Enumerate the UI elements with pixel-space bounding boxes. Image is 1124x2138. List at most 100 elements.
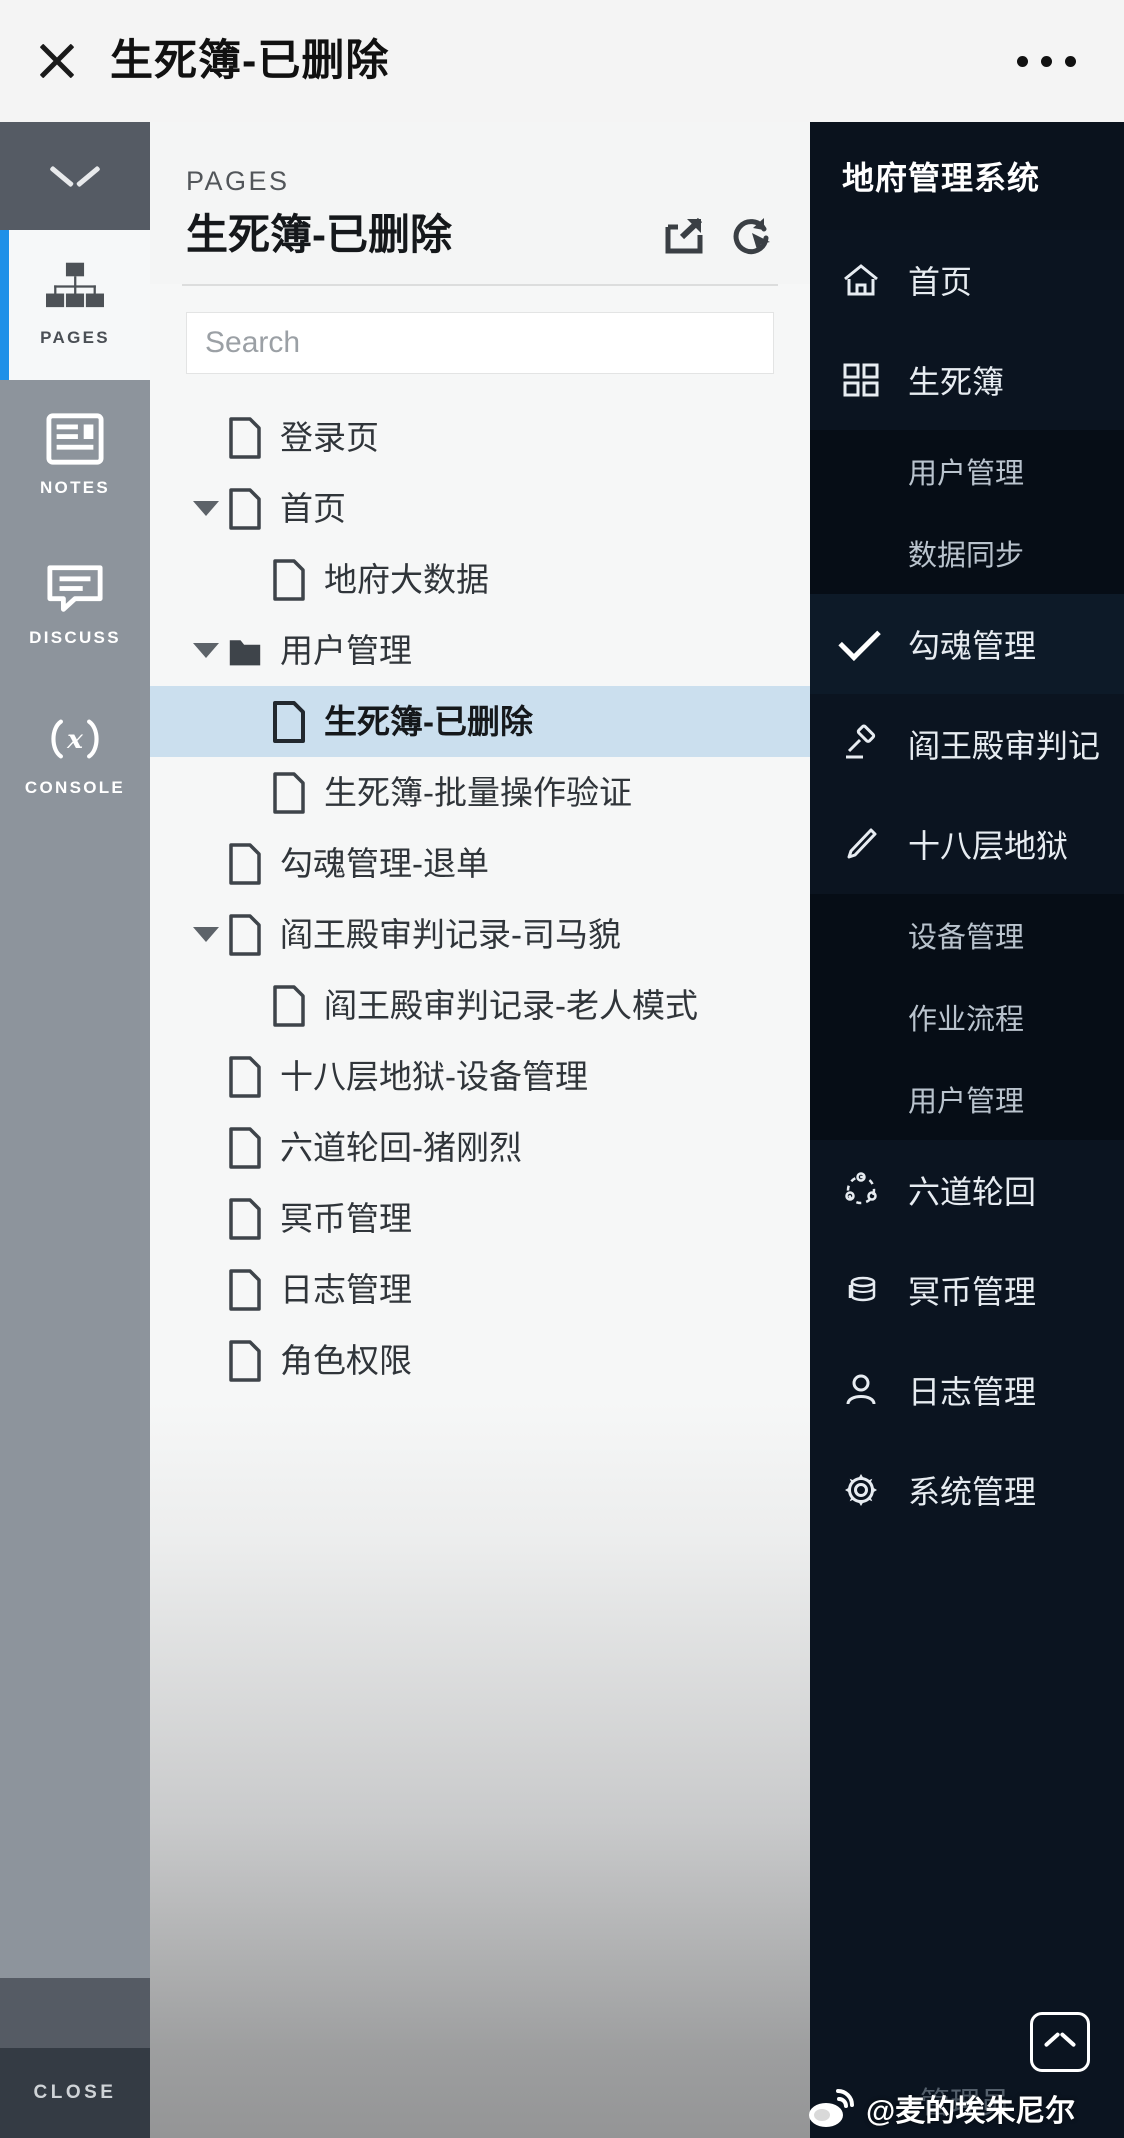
admin-menu-shengsibu[interactable]: 生死簿 [810, 330, 1124, 430]
twisty-slot [184, 1197, 228, 1241]
admin-submenu-item[interactable]: 数据同步 [810, 512, 1124, 594]
twisty-slot [184, 416, 228, 460]
rail-item-notes[interactable]: NOTES [0, 380, 150, 530]
weibo-icon [809, 2089, 854, 2127]
window-titlebar: 生死簿-已删除 [0, 0, 1124, 122]
admin-menu-gouhun[interactable]: 勾魂管理 [810, 594, 1124, 694]
search-input[interactable] [186, 312, 774, 375]
tree-row[interactable]: 阎王殿审判记录-司马貌 [150, 899, 810, 970]
tree-row-label: 日志管理 [280, 1271, 412, 1309]
tree-row[interactable]: 日志管理 [150, 1254, 810, 1325]
pages-panel: PAGES 生死簿-已删除 Search 登录页 首页 地府大数据 用户管理 生… [150, 122, 810, 2138]
admin-menu-mingbi[interactable]: 冥币管理 [810, 1240, 1124, 1340]
gear-icon [840, 1469, 882, 1511]
admin-menu-label: 勾魂管理 [908, 628, 1037, 664]
check-icon [838, 618, 882, 665]
tree-row[interactable]: 阎王殿审判记录-老人模式 [150, 970, 810, 1041]
rail-item-console[interactable]: x CONSOLE [0, 680, 150, 830]
discuss-bubble-icon [47, 565, 103, 612]
rail-item-label: PAGES [40, 328, 110, 347]
reincarnation-circle-icon [840, 1169, 882, 1211]
tree-row-selected[interactable]: 生死簿-已删除 [150, 686, 810, 758]
tree-row[interactable]: 首页 [150, 473, 810, 544]
more-dots-icon[interactable] [1017, 55, 1090, 67]
page-doc-icon [273, 984, 305, 1027]
rail-item-discuss[interactable]: DISCUSS [0, 530, 150, 680]
tree-row[interactable]: 勾魂管理-退单 [150, 828, 810, 899]
close-icon[interactable] [34, 38, 80, 84]
admin-menu-label: 系统管理 [908, 1474, 1037, 1510]
admin-menu-label: 阎王殿审判记 [908, 728, 1101, 764]
tree-row-label: 登录页 [280, 419, 379, 457]
page-doc-icon [229, 487, 261, 530]
knife-icon [840, 823, 882, 865]
refresh-cursor-icon[interactable] [730, 213, 774, 257]
admin-menu-xitong[interactable]: 系统管理 [810, 1440, 1124, 1540]
admin-menu-rizhi[interactable]: 日志管理 [810, 1340, 1124, 1440]
coins-icon [840, 1269, 882, 1311]
export-external-icon[interactable] [662, 213, 706, 257]
tree-row-label: 首页 [280, 490, 346, 528]
admin-menu-label: 十八层地狱 [908, 828, 1069, 864]
admin-submenu-shibaceng: 设备管理 作业流程 用户管理 [810, 894, 1124, 1140]
chevron-up-icon [1046, 2034, 1074, 2050]
page-doc-icon [229, 1268, 261, 1311]
tree-row[interactable]: 登录页 [150, 402, 810, 473]
twisty-slot [184, 1268, 228, 1312]
admin-brand: 地府管理系统 [810, 122, 1124, 230]
tree-row-label: 阎王殿审判记录-司马貌 [280, 916, 621, 954]
admin-submenu-item[interactable]: 设备管理 [810, 894, 1124, 976]
admin-menu-label: 冥币管理 [908, 1274, 1037, 1310]
chevron-down-icon [52, 163, 98, 189]
tree-row[interactable]: 地府大数据 [150, 544, 810, 615]
rail-close-button[interactable]: CLOSE [0, 2048, 150, 2138]
page-doc-icon [273, 558, 305, 601]
watermark-text: @麦的埃朱尼尔 [866, 2095, 1076, 2128]
pages-panel-header: PAGES 生死簿-已删除 [150, 122, 810, 285]
twisty-expanded[interactable] [184, 629, 228, 673]
rail-collapse-button[interactable] [0, 122, 150, 230]
dot [1065, 55, 1076, 67]
tree-row-label: 地府大数据 [324, 561, 489, 599]
admin-menu-yanwangdian[interactable]: 阎王殿审判记 [810, 694, 1124, 794]
tree-row-label: 勾魂管理-退单 [280, 845, 489, 883]
admin-menu-home[interactable]: 首页 [810, 230, 1124, 330]
scroll-to-top-button[interactable] [1030, 2012, 1090, 2072]
twisty-expanded[interactable] [184, 913, 228, 957]
left-rail: PAGES NOTES DISCUSS x CONSOLE CLOSE [0, 122, 150, 2138]
admin-menu-label: 六道轮回 [908, 1174, 1037, 1210]
page-title: 生死簿-已删除 [186, 211, 452, 258]
admin-menu-liudao[interactable]: 六道轮回 [810, 1140, 1124, 1240]
admin-menu-shibaceng[interactable]: 十八层地狱 [810, 794, 1124, 894]
page-doc-icon [273, 771, 305, 814]
tree-row-label: 角色权限 [280, 1342, 412, 1380]
home-icon [840, 259, 882, 301]
rail-item-label: NOTES [39, 478, 111, 497]
page-doc-icon [229, 1126, 261, 1169]
dot [1017, 55, 1028, 67]
notes-icon [46, 413, 104, 465]
admin-preview-panel: 地府管理系统 首页 生死簿 用户管理 数据同步 勾魂管理 阎王殿审判记 十八层地… [810, 122, 1124, 2138]
page-doc-icon [229, 1197, 261, 1240]
tree-row[interactable]: 用户管理 [150, 615, 810, 686]
tree-row-label: 生死簿-已删除 [324, 703, 533, 741]
admin-submenu-item[interactable]: 用户管理 [810, 430, 1124, 512]
page-doc-icon [229, 913, 261, 956]
admin-submenu-shengsibu: 用户管理 数据同步 [810, 430, 1124, 594]
tree-row[interactable]: 六道轮回-猪刚烈 [150, 1112, 810, 1183]
twisty-slot [184, 1126, 228, 1170]
admin-submenu-item[interactable]: 用户管理 [810, 1058, 1124, 1140]
tree-row[interactable]: 生死簿-批量操作验证 [150, 757, 810, 828]
twisty-expanded[interactable] [184, 487, 228, 531]
rail-item-pages[interactable]: PAGES [0, 230, 150, 380]
twisty-slot [184, 1055, 228, 1099]
tree-row-label: 阎王殿审判记录-老人模式 [324, 987, 698, 1025]
admin-submenu-item[interactable]: 作业流程 [810, 976, 1124, 1058]
tree-row[interactable]: 冥币管理 [150, 1183, 810, 1254]
tree-row-label: 生死簿-批量操作验证 [324, 774, 632, 812]
tree-row[interactable]: 十八层地狱-设备管理 [150, 1041, 810, 1112]
admin-menu-label: 生死簿 [908, 364, 1005, 400]
caret-down-icon [193, 643, 219, 659]
twisty-slot [228, 984, 272, 1028]
tree-row[interactable]: 角色权限 [150, 1325, 810, 1396]
